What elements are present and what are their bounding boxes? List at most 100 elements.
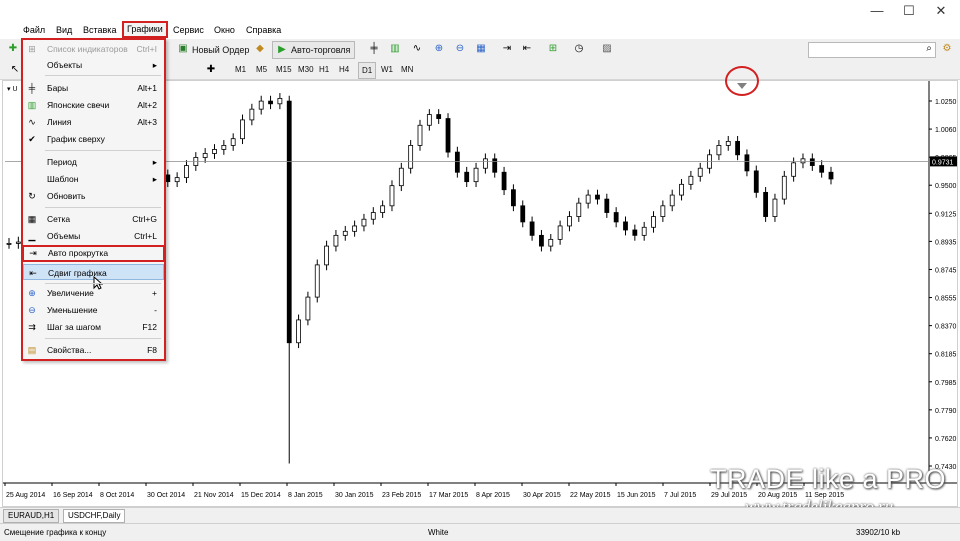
menu-file[interactable]: Файл — [20, 22, 48, 38]
menu-item-line[interactable]: ∿ Линия Alt+3 — [23, 114, 164, 130]
menu-item-candles[interactable]: ▥ Японские свечи Alt+2 — [23, 97, 164, 113]
candle-body — [436, 114, 442, 119]
time-tick-label: 15 Dec 2014 — [241, 492, 281, 499]
menu-item-zoom-in[interactable]: ⊕ Увеличение + — [23, 285, 164, 301]
price-tick-label: 0.8935 — [935, 239, 957, 246]
menu-insert[interactable]: Вставка — [80, 22, 119, 38]
auto-scroll-icon[interactable]: ⇥ — [500, 42, 514, 56]
search-icon[interactable]: ⌕ — [922, 42, 936, 56]
close-button[interactable]: ✕ — [926, 2, 956, 20]
zoom-in-icon: ⊕ — [28, 288, 36, 298]
templates-icon[interactable]: ▨ — [600, 42, 614, 56]
timeframe-h1[interactable]: H1 — [316, 62, 332, 77]
candle-body — [445, 118, 451, 153]
candle-body — [604, 198, 610, 213]
menu-item-step-by-step[interactable]: ⇉ Шаг за шагом F12 — [23, 319, 164, 335]
new-order-button[interactable]: Новый Ордер — [191, 41, 250, 59]
menu-item-indicators-list[interactable]: ⊞ Список индикаторов Ctrl+I — [23, 41, 164, 57]
auto-trading-label: Авто-торговля — [291, 45, 351, 55]
candles-icon: ▥ — [27, 100, 37, 110]
menu-item-bars[interactable]: ╪ Бары Alt+1 — [23, 80, 164, 96]
timeframe-m5[interactable]: M5 — [253, 62, 270, 77]
menu-separator — [45, 207, 161, 208]
timeframe-mn[interactable]: MN — [398, 62, 416, 77]
menu-separator — [45, 75, 161, 76]
candle-body — [791, 162, 797, 177]
refresh-icon: ↻ — [28, 191, 36, 201]
indicators-icon[interactable]: ⊞ — [546, 42, 560, 56]
zoom-out-icon[interactable]: ⊖ — [453, 42, 467, 56]
tile-windows-icon[interactable]: ▦ — [474, 42, 488, 56]
menu-charts[interactable]: Графики — [122, 21, 168, 38]
menu-item-grid[interactable]: ▦ Сетка Ctrl+G — [23, 211, 164, 227]
candles-icon[interactable]: ▥ — [388, 42, 402, 56]
auto-trading-button[interactable]: ▶ Авто-торговля — [272, 41, 356, 59]
timeframe-h4[interactable]: H4 — [336, 62, 352, 77]
grid-icon: ▦ — [27, 214, 37, 224]
candle-body — [361, 218, 367, 227]
timeframe-m30[interactable]: M30 — [295, 62, 317, 77]
candle-body — [679, 183, 684, 196]
price-tick-label: 1.0250 — [935, 99, 957, 106]
tab-euraud-h1[interactable]: EURAUD,H1 — [3, 509, 60, 523]
new-order-icon: ▣ — [178, 43, 188, 54]
candle-body — [6, 242, 12, 245]
minimize-button[interactable]: — — [862, 2, 892, 20]
menu-item-zoom-out[interactable]: ⊖ Уменьшение - — [23, 302, 164, 318]
maximize-button[interactable]: ☐ — [894, 2, 924, 20]
objects-icon[interactable]: ✚ — [204, 63, 218, 77]
menu-item-auto-scroll[interactable]: ⇥ Авто прокрутка — [22, 245, 165, 262]
status-bar: Смещение графика к концу White 33902/10 … — [0, 523, 960, 541]
bars-icon: ╪ — [28, 83, 36, 93]
chart-shift-icon[interactable]: ⇤ — [520, 42, 534, 56]
settings-icon[interactable]: ⚙ — [940, 42, 954, 56]
time-tick-label: 16 Sep 2014 — [53, 492, 93, 499]
candle-body — [819, 165, 825, 173]
title-bar: — ☐ ✕ — [0, 0, 960, 22]
menu-item-objects[interactable]: Объекты ▸ — [23, 57, 164, 73]
menu-item-refresh[interactable]: ↻ Обновить — [23, 188, 164, 204]
search-input[interactable] — [808, 42, 936, 58]
timeframe-m15[interactable]: M15 — [273, 62, 295, 77]
menu-tools[interactable]: Сервис — [170, 22, 207, 38]
timeframe-w1[interactable]: W1 — [378, 62, 396, 77]
menu-item-chart-on-top[interactable]: ✔ График сверху — [23, 131, 164, 147]
meta-editor-icon[interactable]: ◆ — [253, 42, 267, 56]
timeframe-m1[interactable]: M1 — [232, 62, 249, 77]
zoom-in-icon[interactable]: ⊕ — [432, 42, 446, 56]
menu-item-template[interactable]: Шаблон ▸ — [23, 171, 164, 187]
time-tick-label: 21 Nov 2014 — [194, 492, 234, 499]
menu-item-volumes[interactable]: ▁ Объемы Ctrl+L — [23, 228, 164, 244]
candle-body — [277, 98, 283, 105]
candle-body — [753, 170, 759, 193]
bars-icon[interactable]: ╪ — [367, 42, 381, 56]
price-tick-label: 0.8555 — [935, 296, 957, 303]
menu-separator — [45, 283, 161, 284]
candle-body — [669, 194, 675, 207]
time-tick-label: 8 Jan 2015 — [288, 492, 323, 499]
tab-usdchf-daily[interactable]: USDCHF,Daily — [63, 509, 126, 523]
candle-body — [296, 319, 301, 344]
periods-icon[interactable]: ◷ — [572, 42, 586, 56]
timeframe-d1[interactable]: D1 — [358, 62, 377, 79]
new-chart-icon[interactable]: ✚ — [6, 42, 20, 56]
candle-body — [454, 151, 460, 173]
candle-body — [398, 167, 404, 187]
menu-window[interactable]: Окно — [211, 22, 238, 38]
candle-body — [557, 225, 563, 240]
menu-view[interactable]: Вид — [53, 22, 75, 38]
candle-body — [249, 108, 255, 121]
time-tick-label: 8 Oct 2014 — [100, 492, 134, 499]
menu-help[interactable]: Справка — [243, 22, 284, 38]
menu-item-period[interactable]: Период ▸ — [23, 154, 164, 170]
candle-body — [426, 114, 432, 126]
candle-body — [314, 264, 320, 298]
menu-separator — [45, 338, 161, 339]
cursor-icon[interactable]: ↖ — [8, 63, 22, 77]
candle-body — [623, 221, 628, 231]
charts-menu-dropdown: ⊞ Список индикаторов Ctrl+I Объекты ▸ ╪ … — [21, 38, 166, 361]
menu-item-properties[interactable]: ▤ Свойства... F8 — [23, 342, 164, 358]
candle-body — [772, 198, 778, 217]
line-chart-icon[interactable]: ∿ — [410, 42, 424, 56]
candle-body — [632, 229, 638, 236]
